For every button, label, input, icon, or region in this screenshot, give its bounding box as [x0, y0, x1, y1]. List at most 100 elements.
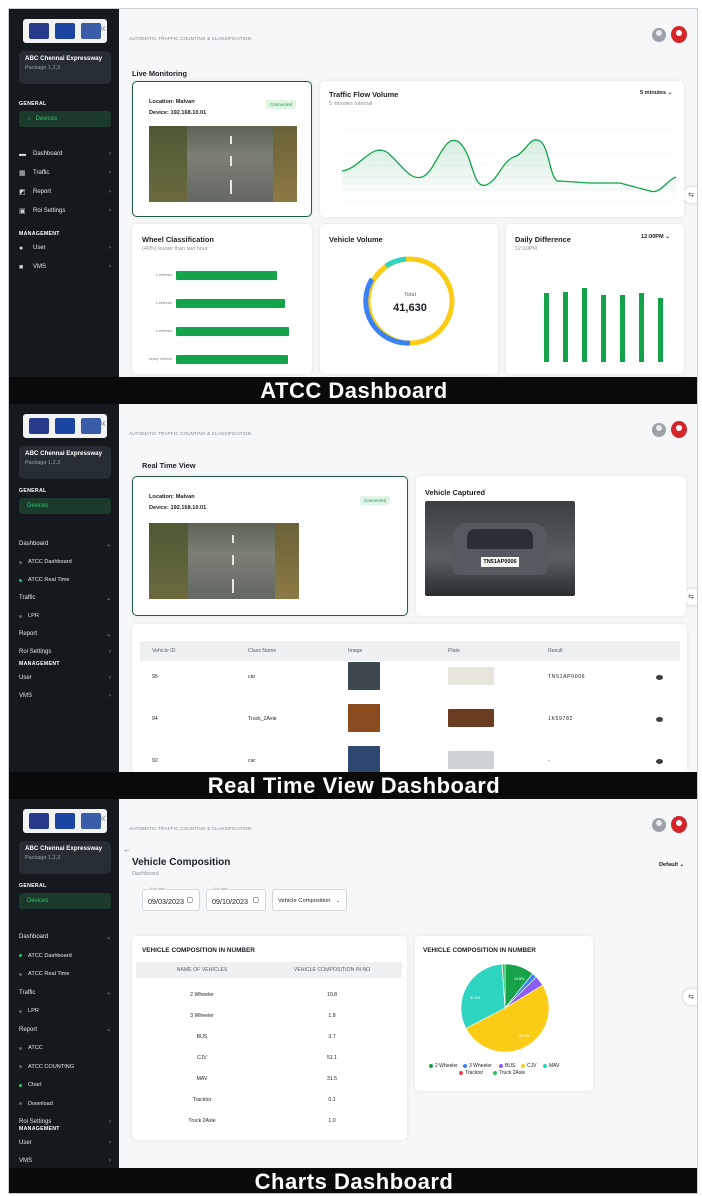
time-dropdown[interactable]: 12:00PM ⌄: [641, 234, 670, 240]
plate-thumbnail[interactable]: [448, 667, 494, 685]
plate-thumbnail[interactable]: [448, 751, 494, 769]
table-header: [140, 641, 680, 661]
default-dropdown[interactable]: Default ⌄: [659, 862, 684, 868]
sidebar-item-devices[interactable]: ⌂ Devices: [19, 111, 111, 127]
package-selector[interactable]: ABC Chennai Expressway Package 1,2,3: [19, 841, 111, 874]
brand-pin-icon[interactable]: [671, 421, 687, 438]
vehicle-value: 31.5: [326, 1076, 338, 1082]
package-selector[interactable]: ABC Chennai Expressway Package 1,2,3: [19, 51, 111, 84]
legend-item-tracktor[interactable]: Tracktor: [459, 1070, 483, 1076]
sidebar-item-devices[interactable]: Devices: [19, 893, 111, 909]
legend-item-mav[interactable]: MAV: [543, 1063, 559, 1069]
sidebar-item-chart[interactable]: Chart: [19, 1078, 111, 1092]
sidebar-item-atcc-dashboard[interactable]: ATCC Dashboard: [19, 555, 111, 569]
sidebar-item-vms[interactable]: ■ VMS ›: [19, 260, 111, 274]
sidebar-item-traffic[interactable]: ▦ Traffic ›: [19, 166, 111, 180]
collapse-sidebar-icon[interactable]: «: [100, 418, 106, 429]
table-row[interactable]: 94 Truck_2Axle 1K59782: [132, 704, 687, 740]
sidebar-item-report[interactable]: ◩ Report ›: [19, 185, 111, 199]
collapse-sidebar-icon[interactable]: «: [100, 813, 106, 824]
sidebar-item-devices[interactable]: Devices: [19, 498, 111, 514]
vehicle-name: CJV: [197, 1055, 207, 1061]
settings-toggle-icon[interactable]: ⇆: [683, 989, 697, 1005]
pie-title: VEHICLE COMPOSITION IN NUMBER: [423, 947, 536, 954]
brand-pin-icon[interactable]: [671, 816, 687, 833]
sidebar-item-user[interactable]: ● User ›: [19, 241, 111, 255]
vehicle-thumbnail[interactable]: [348, 746, 380, 774]
class-name: car: [248, 674, 256, 680]
sidebar-item-report[interactable]: Report ⌄: [19, 627, 111, 641]
settings-toggle-icon[interactable]: ⇆: [683, 187, 697, 203]
user-avatar-icon[interactable]: [652, 818, 666, 832]
real-time-view-panel: « ABC Chennai Expressway Package 1,2,3 G…: [9, 404, 697, 799]
legend-item-truck-2axle[interactable]: Truck 2Axle: [493, 1070, 525, 1076]
legend-label: Truck 2Axle: [499, 1070, 526, 1076]
table-row: Truck 2Axle 1.0: [132, 1116, 407, 1132]
vehicle-thumbnail[interactable]: [348, 662, 380, 690]
sidebar-item-atcc-dashboard[interactable]: ATCC Dashboard: [19, 949, 111, 963]
sidebar-item-label: Dashboard: [19, 934, 49, 940]
sidebar-item-lpr[interactable]: LPR: [19, 1004, 111, 1018]
nav-dot: [19, 578, 22, 582]
view-eye-icon[interactable]: [656, 675, 663, 680]
sidebar-item-atcc-counting[interactable]: ATCC COUNTING: [19, 1060, 111, 1074]
wheel-bar: [176, 327, 290, 336]
sidebar-item-roi-settings[interactable]: Roi Settings ›: [19, 645, 111, 659]
view-eye-icon[interactable]: [656, 759, 663, 764]
brand-pin-icon[interactable]: [671, 26, 687, 43]
daily-bar: [544, 293, 549, 362]
calendar-icon[interactable]: ▢: [186, 896, 193, 904]
sidebar-item-dashboard[interactable]: Dashboard ⌄: [19, 930, 111, 944]
sidebar-item-atcc[interactable]: ATCC: [19, 1041, 111, 1055]
legend-item-3-wheeler[interactable]: 3 Wheeler: [463, 1063, 492, 1069]
sidebar-item-label: Traffic: [19, 595, 36, 601]
user-avatar-icon[interactable]: [652, 28, 666, 42]
traffic-icon: ▦: [19, 170, 26, 177]
vehicle-thumbnail[interactable]: [348, 704, 380, 732]
camera-card[interactable]: Location: Malvan Device: 192.168.10.01 C…: [132, 476, 408, 616]
sidebar-item-user[interactable]: User ›: [19, 671, 111, 685]
calendar-icon[interactable]: ▢: [252, 896, 259, 904]
start-date-input[interactable]: Start date 09/03/2023 ▢: [142, 887, 200, 911]
package-selector[interactable]: ABC Chennai Expressway Package 1,2,3: [19, 446, 111, 479]
sidebar-item-roi-settings[interactable]: ▣ Roi Settings ›: [19, 204, 111, 218]
sidebar-item-vms[interactable]: VMS ›: [19, 689, 111, 703]
camera-card[interactable]: Location: Malvan Device: 192.168.10.01 C…: [132, 81, 312, 217]
plate-thumbnail[interactable]: [448, 709, 494, 727]
sidebar-item-user[interactable]: User ›: [19, 1136, 111, 1150]
sidebar-item-label: LPR: [28, 1008, 39, 1014]
legend-swatch: [459, 1071, 463, 1075]
end-date-input[interactable]: End date 09/10/2023 ▢: [206, 887, 266, 911]
sidebar-item-lpr[interactable]: LPR: [19, 609, 111, 623]
user-avatar-icon[interactable]: [652, 423, 666, 437]
legend-item-cjv[interactable]: CJV: [521, 1063, 536, 1069]
sidebar-item-download[interactable]: Download: [19, 1097, 111, 1111]
vehicle-table: Vehicle ID Class Name Image Plate Result 95 c…: [132, 624, 687, 774]
breadcrumb[interactable]: Dashboard: [132, 871, 159, 877]
package-name: ABC Chennai Expressway: [25, 55, 103, 62]
sidebar-item-dashboard[interactable]: ▬ Dashboard ›: [19, 147, 111, 161]
bar-label: heavy Vehicle: [148, 357, 172, 361]
sidebar-item-vms[interactable]: VMS ›: [19, 1154, 111, 1168]
sidebar-item-dashboard[interactable]: Dashboard ⌄: [19, 537, 111, 551]
sidebar-item-atcc-real-time[interactable]: ATCC Real Time: [19, 967, 111, 981]
sidebar-item-traffic[interactable]: Traffic ⌄: [19, 591, 111, 605]
flow-area: [342, 139, 676, 201]
sidebar-item-atcc-real-time[interactable]: ATCC Real Time: [19, 573, 111, 587]
sidebar-item-traffic[interactable]: Traffic ⌄: [19, 986, 111, 1000]
app-subtitle: AUTOMATIC TRAFFIC COUNTING & CLASSIFICAT…: [129, 431, 252, 436]
chevron-right-icon: ›: [109, 1158, 111, 1164]
sidebar-item-report[interactable]: Report ⌄: [19, 1023, 111, 1037]
logo-strip: [23, 19, 107, 43]
legend-item-2-wheeler[interactable]: 2 Wheeler: [429, 1063, 458, 1069]
column-header-result: Result: [548, 648, 563, 654]
collapse-sidebar-icon[interactable]: «: [100, 23, 106, 34]
dashboard-icon: ▬: [19, 150, 26, 158]
nav-dot: [19, 972, 22, 976]
table-row[interactable]: 95 car TN51AP0006: [132, 662, 687, 698]
legend-item-bus[interactable]: BUS: [499, 1063, 515, 1069]
composition-select[interactable]: Vehicle Composition ⌄: [272, 889, 347, 911]
view-eye-icon[interactable]: [656, 717, 663, 722]
back-arrow-icon[interactable]: ←: [123, 845, 131, 854]
user-icon: ●: [19, 244, 24, 252]
